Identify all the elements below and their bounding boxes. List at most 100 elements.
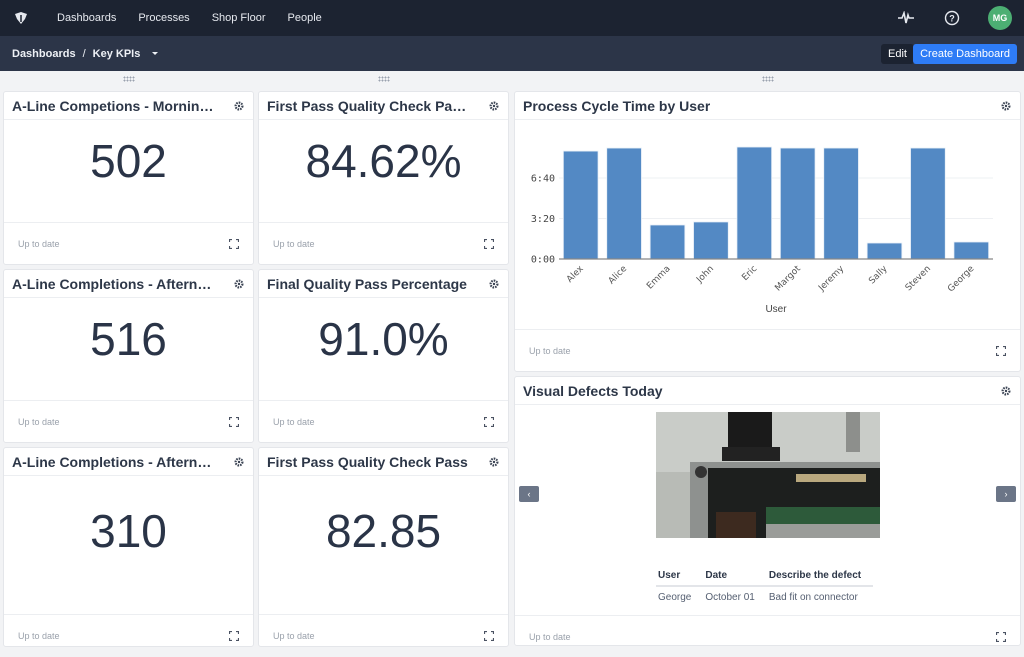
activity-icon[interactable] [896, 8, 916, 28]
status-text: Up to date [529, 631, 571, 642]
gear-icon[interactable] [1000, 385, 1012, 397]
column-drag-handle[interactable] [378, 76, 390, 82]
x-tick-label: John [694, 264, 716, 286]
card-title: First Pass Quality Check Pass Rate [267, 97, 472, 114]
cycle-time-chart: 0:00 3:20 6:40 Alex Alice Emma John Eric Margot J… [531, 146, 993, 315]
gear-icon[interactable] [233, 100, 245, 112]
kpi-value: 84.62% [305, 135, 462, 187]
nav-people[interactable]: People [288, 12, 322, 24]
bar-jeremy [823, 147, 859, 260]
top-nav: Dashboards Processes Shop Floor People ?… [0, 0, 1024, 36]
cell-user: George [658, 592, 692, 603]
defects-table: User Date Describe the defect George Oct… [656, 566, 874, 606]
card-title: A-Line Completions - Afternoon Shift [12, 453, 217, 470]
bar-emma [649, 224, 686, 260]
expand-icon[interactable] [484, 630, 494, 641]
bar-eric [736, 146, 773, 260]
card-title: First Pass Quality Check Pass [267, 453, 468, 470]
status-text: Up to date [18, 416, 60, 427]
carousel-prev-button[interactable]: ‹ [519, 486, 539, 502]
help-icon[interactable]: ? [942, 8, 962, 28]
bar-sally [866, 242, 903, 260]
gear-icon[interactable] [488, 456, 500, 468]
nav-processes[interactable]: Processes [138, 12, 189, 24]
kpi-value: 82.85 [325, 505, 442, 557]
status-text: Up to date [18, 630, 60, 641]
breadcrumb-separator: / [82, 47, 86, 60]
kpi-card: A-Line Completions - Afternoon Shift 310… [3, 447, 254, 647]
expand-icon[interactable] [229, 416, 239, 427]
column-header-description: Describe the defect [766, 566, 874, 587]
create-dashboard-button[interactable]: Create Dashboard [913, 44, 1017, 64]
card-title: Final Quality Pass Percentage [267, 275, 467, 292]
breadcrumb-dashboards[interactable]: Dashboards [12, 48, 76, 60]
card-title: A-Line Completions - Afternoon Shift [12, 275, 217, 292]
x-tick-label: Sally [867, 264, 890, 287]
cell-date: October 01 [705, 592, 755, 603]
nav-dashboards[interactable]: Dashboards [57, 12, 116, 24]
x-tick-label: Eric [740, 264, 759, 283]
y-tick-label: 0:00 [531, 255, 555, 266]
status-text: Up to date [529, 345, 571, 356]
status-text: Up to date [273, 416, 315, 427]
card-title: Visual Defects Today [523, 382, 663, 399]
column-header-date: Date [703, 566, 767, 587]
gear-icon[interactable] [488, 278, 500, 290]
defect-photo [656, 412, 880, 538]
dashboard-dropdown-icon[interactable] [152, 52, 159, 55]
breadcrumb-current: Key KPIs [92, 47, 141, 60]
logo-icon[interactable] [12, 9, 30, 27]
kpi-value: 310 [90, 505, 167, 557]
x-tick-label: Alex [565, 264, 586, 285]
bar-john [693, 221, 729, 260]
x-tick-label: Steven [904, 264, 933, 293]
expand-icon[interactable] [996, 345, 1006, 356]
expand-icon[interactable] [229, 238, 239, 249]
gear-icon[interactable] [233, 456, 245, 468]
expand-icon[interactable] [229, 630, 239, 641]
x-tick-label: Jeremy [816, 264, 846, 294]
breadcrumb-bar: Dashboards / Key KPIs Edit Create Dashbo… [0, 36, 1024, 71]
kpi-card: First Pass Quality Check Pass Rate 84.62… [258, 91, 509, 265]
kpi-card: Final Quality Pass Percentage 91.0% Up t… [258, 269, 509, 443]
x-tick-label: Alice [607, 264, 630, 287]
expand-icon[interactable] [484, 416, 494, 427]
svg-text:?: ? [949, 14, 955, 24]
status-text: Up to date [18, 238, 60, 249]
kpi-card: First Pass Quality Check Pass 82.85 Up t… [258, 447, 509, 647]
expand-icon[interactable] [484, 238, 494, 249]
cell-description: Bad fit on connector [768, 592, 858, 603]
kpi-value: 91.0% [318, 313, 449, 365]
user-avatar[interactable]: MG [988, 6, 1012, 30]
gear-icon[interactable] [233, 278, 245, 290]
y-tick-label: 3:20 [531, 214, 555, 225]
kpi-card: A-Line Competions - Morning Shift 502 Up… [3, 91, 254, 265]
x-tick-label: Emma [645, 264, 672, 291]
kpi-card: A-Line Completions - Afternoon Shift 516… [3, 269, 254, 443]
x-axis-title: User [765, 304, 787, 315]
bar-alex [562, 150, 599, 260]
table-row: George October 01 Bad fit on connector [656, 586, 873, 606]
column-drag-handle[interactable] [762, 76, 774, 82]
carousel-next-button[interactable]: › [996, 486, 1016, 502]
gear-icon[interactable] [488, 100, 500, 112]
expand-icon[interactable] [996, 631, 1006, 642]
chart-card: Process Cycle Time by User 0:00 3:20 6:40 A… [514, 91, 1021, 372]
card-title: A-Line Competions - Morning Shift [12, 97, 217, 114]
column-header-user: User [656, 566, 704, 587]
gear-icon[interactable] [1000, 100, 1012, 112]
status-text: Up to date [273, 238, 315, 249]
bar-alice [606, 147, 642, 260]
x-tick-label: Margot [773, 264, 803, 294]
kpi-value: 516 [90, 313, 167, 365]
x-tick-label: George [946, 264, 977, 295]
column-drag-handle[interactable] [123, 76, 135, 82]
bar-george [953, 241, 990, 260]
kpi-value: 502 [90, 135, 167, 187]
edit-button[interactable]: Edit [881, 44, 914, 64]
defects-card: Visual Defects Today ‹ › User Date Descr… [514, 376, 1021, 646]
card-title: Process Cycle Time by User [523, 97, 711, 114]
nav-shop-floor[interactable]: Shop Floor [212, 12, 266, 24]
bar-margot [779, 147, 816, 260]
status-text: Up to date [273, 630, 315, 641]
